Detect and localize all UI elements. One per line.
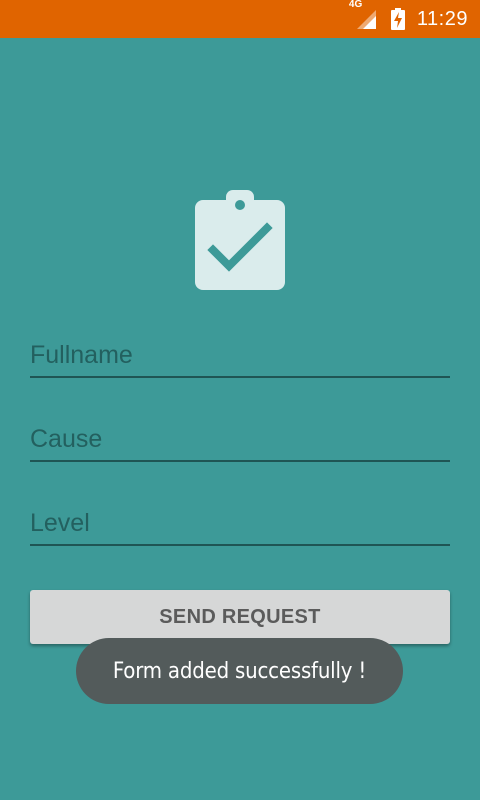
toast-notification: Form added successfully ! bbox=[76, 638, 403, 704]
clipboard-check-icon bbox=[195, 190, 285, 290]
status-icons: 4G 11:29 bbox=[349, 0, 468, 38]
signal-icon bbox=[356, 10, 376, 29]
send-request-button[interactable]: SEND REQUEST bbox=[30, 590, 450, 644]
level-input[interactable] bbox=[30, 509, 450, 538]
status-clock: 11:29 bbox=[416, 7, 468, 30]
battery-indicator bbox=[390, 8, 405, 30]
level-field[interactable] bbox=[30, 498, 450, 546]
cause-input[interactable] bbox=[30, 425, 450, 454]
status-bar: 4G 11:29 bbox=[0, 0, 480, 38]
toast-message: Form added successfully ! bbox=[112, 658, 367, 684]
fullname-field[interactable] bbox=[30, 330, 450, 378]
fullname-input[interactable] bbox=[30, 341, 450, 370]
battery-charging-icon bbox=[390, 8, 405, 30]
network-type-label: 4G bbox=[348, 0, 363, 10]
cause-field[interactable] bbox=[30, 414, 450, 462]
signal-indicator: 4G bbox=[349, 0, 377, 30]
app-screen: 4G 11:29 Fullname Cause Level SEND REQUE… bbox=[0, 0, 480, 800]
